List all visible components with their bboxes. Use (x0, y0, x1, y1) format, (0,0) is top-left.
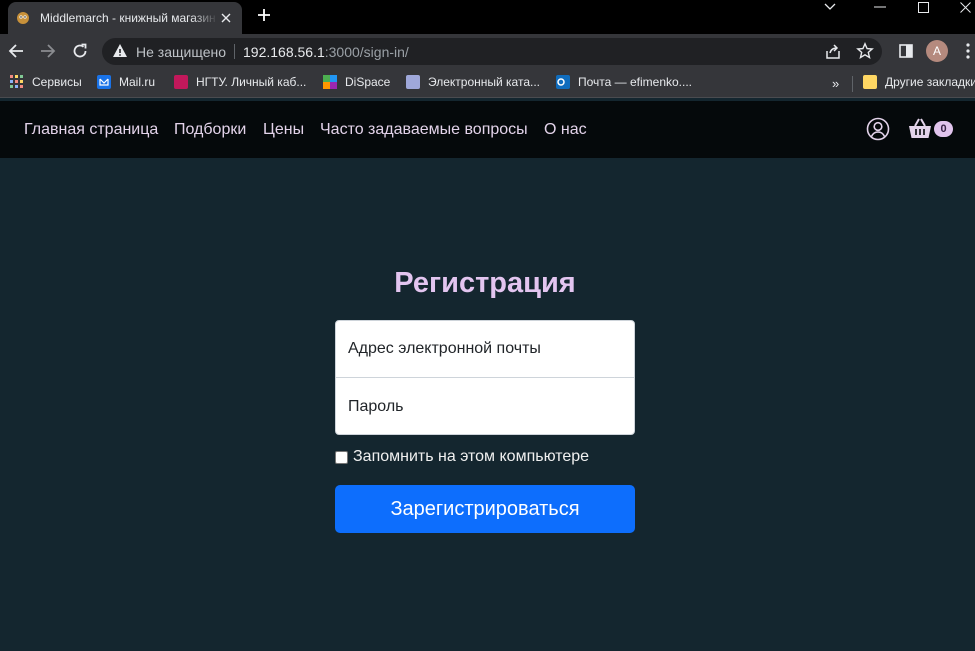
back-icon[interactable] (4, 40, 28, 62)
address-bar[interactable]: Не защищено 192.168.56.1:3000/sign-in/ (102, 38, 882, 65)
bookmark-other[interactable]: Другие закладки (863, 75, 975, 89)
bookmarks-bar: Сервисы Mail.ru НГТУ. Личный каб... DiSp… (0, 69, 975, 98)
minimize-icon[interactable] (860, 0, 900, 14)
menu-kebab-icon[interactable] (956, 40, 975, 62)
url-host: 192.168.56.1 (243, 44, 325, 60)
maximize-icon[interactable] (903, 0, 943, 14)
bookmark-ngtu[interactable]: НГТУ. Личный каб... (174, 75, 306, 89)
bookmark-label: DiSpace (345, 75, 391, 89)
remember-me[interactable]: Запомнить на этом компьютере (335, 448, 589, 466)
bookmark-label: Сервисы (32, 75, 82, 89)
bookmark-label: Почта — efimenko.... (578, 75, 693, 89)
forward-icon[interactable] (36, 40, 60, 62)
credentials-group (335, 320, 635, 435)
bookmark-dispace[interactable]: DiSpace (323, 75, 390, 89)
omnibox-divider (234, 44, 235, 59)
bookmark-outlook[interactable]: Почта — efimenko.... (556, 75, 692, 89)
password-field[interactable] (336, 378, 634, 435)
bookmark-catalog[interactable]: Электронный ката... (406, 75, 540, 89)
email-field[interactable] (336, 321, 634, 378)
dispace-logo-icon (323, 75, 337, 89)
bookmark-label: Другие закладки (885, 75, 975, 89)
url-path: :3000/sign-in/ (324, 44, 409, 60)
outlook-icon (556, 75, 570, 89)
nav-about[interactable]: О нас (544, 121, 587, 139)
site-navbar: Главная страница Подборки Цены Часто зад… (0, 101, 975, 158)
nav-collections[interactable]: Подборки (174, 121, 246, 139)
mail-icon (97, 75, 111, 89)
apps-grid-icon (10, 75, 24, 89)
tab-title: Middlemarch - книжный магазин (40, 11, 216, 25)
tab-strip: Middlemarch - книжный магазин (0, 0, 975, 34)
bookmark-label: Mail.ru (119, 75, 156, 89)
folder-icon (863, 75, 877, 89)
cart-count-badge: 0 (934, 121, 953, 137)
security-label[interactable]: Не защищено (136, 44, 226, 60)
bookmark-label: НГТУ. Личный каб... (196, 75, 307, 89)
bookmark-services[interactable]: Сервисы (10, 75, 82, 89)
bookmark-star-icon[interactable] (856, 42, 874, 60)
basket-icon[interactable] (907, 117, 933, 141)
reload-icon[interactable] (68, 40, 92, 62)
close-window-icon[interactable] (945, 0, 975, 14)
warning-icon[interactable] (112, 43, 128, 59)
more-bookmarks-chevron[interactable]: » (832, 76, 839, 91)
owl-favicon-icon (16, 11, 30, 25)
remember-label: Запомнить на этом компьютере (353, 448, 590, 465)
bookmark-label: Электронный ката... (428, 75, 541, 89)
close-tab-icon[interactable] (218, 10, 234, 26)
bookmark-mailru[interactable]: Mail.ru (97, 75, 155, 89)
share-icon[interactable] (824, 43, 842, 61)
tab-search-icon[interactable] (810, 0, 850, 14)
url-text[interactable]: 192.168.56.1:3000/sign-in/ (243, 44, 409, 60)
bookmarks-divider (852, 76, 853, 92)
nav-faq[interactable]: Часто задаваемые вопросы (320, 121, 528, 139)
catalog-icon (406, 75, 420, 89)
profile-avatar[interactable]: A (926, 40, 948, 62)
nav-prices[interactable]: Цены (263, 121, 304, 139)
user-account-icon[interactable] (866, 117, 890, 141)
register-button[interactable]: Зарегистрироваться (335, 485, 635, 533)
browser-tab[interactable]: Middlemarch - книжный магазин (8, 2, 242, 34)
nav-home[interactable]: Главная страница (24, 121, 158, 139)
side-panel-icon[interactable] (894, 40, 918, 62)
form-title: Регистрация (394, 267, 576, 299)
browser-toolbar: Не защищено 192.168.56.1:3000/sign-in/ A (0, 34, 975, 69)
remember-checkbox[interactable] (335, 450, 348, 464)
new-tab-icon[interactable] (255, 6, 273, 24)
ngtu-logo-icon (174, 75, 188, 89)
